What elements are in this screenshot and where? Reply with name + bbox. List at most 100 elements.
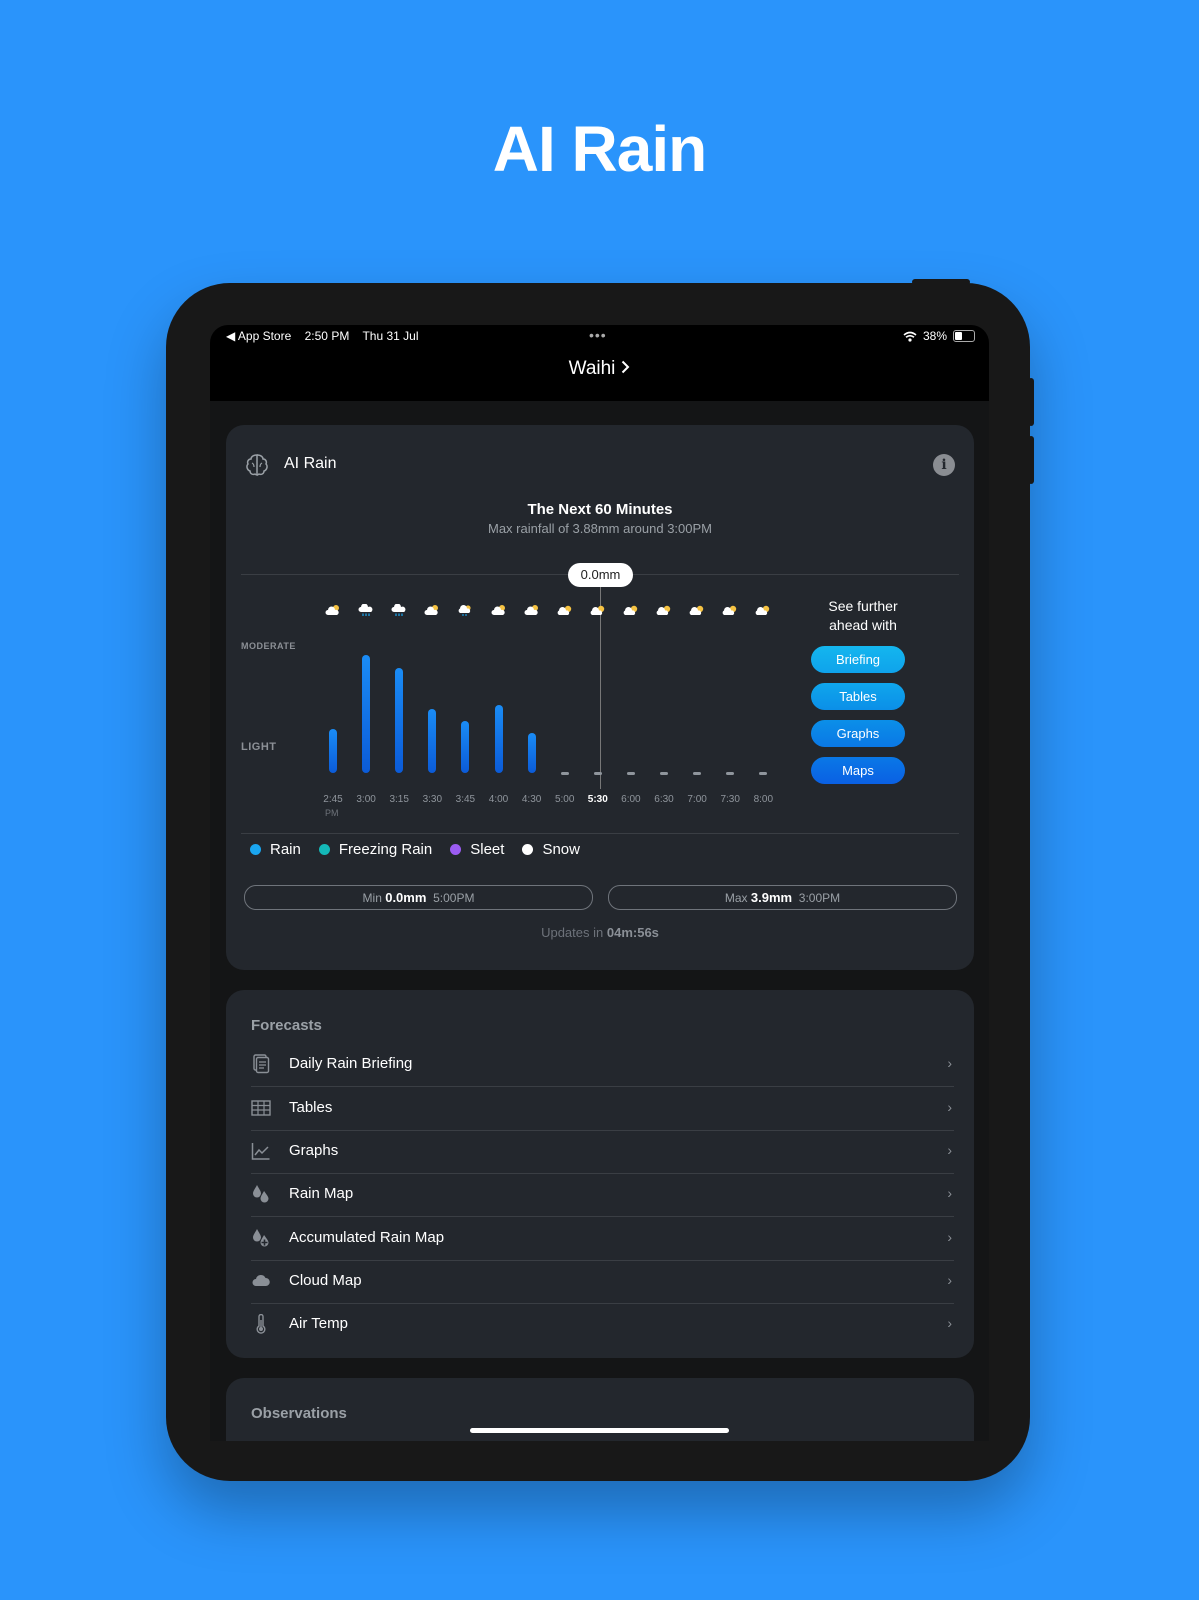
forecasts-title: Forecasts bbox=[251, 1017, 322, 1034]
partly-cloudy-icon bbox=[424, 605, 439, 615]
status-date: Thu 31 Jul bbox=[362, 329, 419, 343]
legend-dot bbox=[250, 844, 261, 855]
wifi-icon bbox=[903, 331, 917, 342]
rain-bar[interactable] bbox=[461, 721, 470, 773]
rain-bar[interactable] bbox=[527, 733, 536, 773]
row-label: Daily Rain Briefing bbox=[289, 1055, 413, 1072]
table-icon bbox=[251, 1100, 271, 1116]
graphs-button[interactable]: Graphs bbox=[811, 720, 905, 747]
no-rain-marker bbox=[593, 772, 602, 775]
location-header[interactable]: Waihi bbox=[210, 347, 989, 401]
partly-sunny-icon bbox=[755, 605, 770, 615]
battery-fill bbox=[955, 332, 962, 340]
forecast-row-air-temp[interactable]: Air Temp › bbox=[251, 1303, 954, 1346]
partly-sunny-icon bbox=[689, 605, 704, 615]
forecast-row-accumulated-rain-map[interactable]: Accumulated Rain Map › bbox=[251, 1217, 954, 1261]
row-label: Cloud Map bbox=[289, 1272, 362, 1289]
legend-dot bbox=[522, 844, 534, 855]
partly-sunny-icon bbox=[557, 605, 571, 615]
chevron-right-icon: › bbox=[947, 1142, 952, 1158]
app-screen: ◀ App Store 2:50 PM Thu 31 Jul ••• 38% W… bbox=[210, 325, 989, 1441]
min-rainfall-pill: Min 0.0mm 5:00PM bbox=[244, 885, 593, 910]
legend-freezing-rain: Freezing Rain bbox=[318, 841, 433, 858]
no-rain-marker bbox=[693, 772, 702, 775]
min-prefix: Min bbox=[362, 891, 382, 905]
see-further-text: See further ahead with bbox=[798, 597, 928, 635]
chevron-right-icon: › bbox=[947, 1185, 952, 1201]
rain-bar[interactable] bbox=[395, 668, 404, 773]
forecast-row-graphs[interactable]: Graphs › bbox=[251, 1130, 954, 1174]
briefing-button[interactable]: Briefing bbox=[811, 646, 905, 673]
rain-bar[interactable] bbox=[494, 704, 503, 773]
line-graph-icon bbox=[251, 1143, 270, 1160]
chevron-right-icon: › bbox=[947, 1315, 952, 1331]
partly-cloudy-icon bbox=[524, 605, 538, 615]
rain-drops-plus-icon bbox=[253, 1229, 270, 1248]
multitasking-dots[interactable]: ••• bbox=[589, 327, 607, 343]
updates-countdown: 04m:56s bbox=[606, 925, 659, 940]
partly-sunny-icon bbox=[623, 605, 638, 615]
partly-sunny-icon bbox=[722, 605, 737, 615]
max-value: 3.9mm bbox=[750, 890, 793, 905]
row-label: Air Temp bbox=[289, 1315, 348, 1332]
time-tick-suffix: PM bbox=[325, 808, 339, 818]
no-rain-marker bbox=[626, 772, 635, 775]
partly-sunny-icon bbox=[590, 605, 604, 615]
update-countdown: Updates in 04m:56s bbox=[226, 925, 974, 940]
top-button bbox=[912, 279, 970, 285]
document-stack-icon bbox=[253, 1054, 270, 1074]
legend-label: Sleet bbox=[470, 841, 505, 858]
tables-button[interactable]: Tables bbox=[811, 683, 905, 710]
rain-icon bbox=[358, 604, 373, 616]
row-label: Graphs bbox=[289, 1142, 339, 1159]
maps-button[interactable]: Maps bbox=[811, 757, 905, 784]
max-time: 3:00PM bbox=[798, 891, 841, 905]
row-label: Rain Map bbox=[289, 1185, 354, 1202]
forecast-row-rain-map[interactable]: Rain Map › bbox=[251, 1173, 954, 1217]
legend-label: Rain bbox=[270, 841, 301, 858]
chevron-right-icon: › bbox=[947, 1099, 952, 1115]
cloud-icon bbox=[252, 1274, 270, 1286]
rain-bar[interactable] bbox=[362, 655, 371, 773]
legend-dot bbox=[318, 844, 330, 855]
ai-rain-card: AI Rain i The Next 60 Minutes Max rainfa… bbox=[226, 425, 974, 970]
no-rain-marker bbox=[560, 772, 569, 775]
see-further-line-1: See further bbox=[828, 598, 898, 614]
legend-label: Snow bbox=[542, 841, 580, 858]
forecast-row-cloud-map[interactable]: Cloud Map › bbox=[251, 1260, 954, 1304]
home-indicator[interactable] bbox=[470, 1428, 729, 1433]
max-prefix: Max bbox=[724, 891, 748, 905]
max-rainfall-pill: Max 3.9mm 3:00PM bbox=[608, 885, 957, 910]
row-label: Accumulated Rain Map bbox=[289, 1229, 445, 1246]
no-rain-marker bbox=[660, 772, 668, 775]
rain-light-icon bbox=[458, 605, 471, 616]
thermometer-icon bbox=[256, 1314, 266, 1334]
location-title: Waihi bbox=[568, 358, 616, 379]
volume-up-button bbox=[1028, 378, 1034, 426]
battery-icon bbox=[953, 330, 975, 342]
legend-label: Freezing Rain bbox=[338, 841, 433, 858]
chevron-right-icon bbox=[621, 347, 630, 391]
legend-dot bbox=[450, 844, 462, 855]
chevron-right-icon: › bbox=[947, 1272, 952, 1288]
no-rain-marker bbox=[726, 772, 735, 775]
forecast-row-daily-rain-briefing[interactable]: Daily Rain Briefing › bbox=[251, 1043, 954, 1087]
chevron-right-icon: › bbox=[947, 1055, 952, 1071]
see-further-line-2: ahead with bbox=[829, 617, 897, 633]
partly-sunny-icon bbox=[656, 605, 671, 615]
rain-bar[interactable] bbox=[329, 728, 337, 773]
legend-rain: Rain bbox=[250, 841, 301, 858]
back-to-app-store[interactable]: ◀ App Store bbox=[226, 329, 291, 343]
row-label: Tables bbox=[289, 1099, 333, 1116]
status-bar: ◀ App Store 2:50 PM Thu 31 Jul ••• 38% bbox=[210, 325, 989, 347]
no-rain-marker bbox=[759, 772, 768, 775]
partly-cloudy-icon bbox=[325, 605, 339, 615]
legend-sleet: Sleet bbox=[450, 841, 504, 858]
forecast-row-tables[interactable]: Tables › bbox=[251, 1087, 954, 1131]
rain-icon bbox=[391, 604, 406, 616]
battery-percent: 38% bbox=[922, 329, 947, 343]
min-time: 5:00PM bbox=[433, 891, 475, 905]
divider bbox=[241, 833, 959, 834]
rain-bar[interactable] bbox=[428, 709, 437, 773]
updates-prefix: Updates in bbox=[541, 925, 604, 940]
